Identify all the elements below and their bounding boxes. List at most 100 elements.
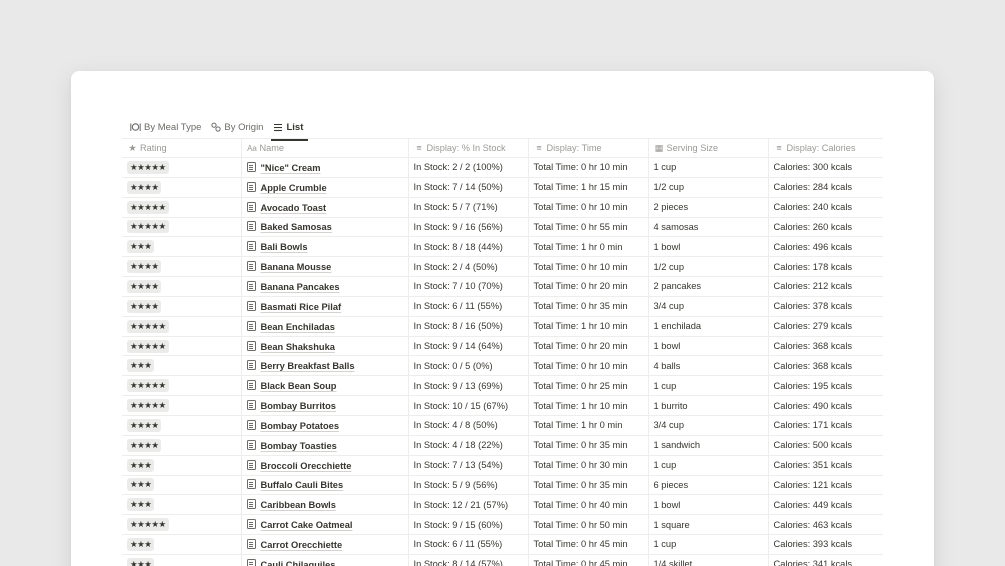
column-header-name[interactable]: Aa Name (241, 138, 409, 158)
recipe-name[interactable]: Bali Bowls (261, 242, 308, 252)
time-cell[interactable]: Total Time: 0 hr 50 min (528, 514, 649, 536)
table-row[interactable]: ★★★★★ Black Bean Soup In Stock: 9 / 13 (69… (122, 375, 883, 397)
table-row[interactable]: ★★★★ Bombay Toasties In Stock: 4 / 18 (22%… (122, 435, 883, 456)
recipe-name[interactable]: Carrot Orecchiette (261, 540, 343, 550)
time-cell[interactable]: Total Time: 0 hr 10 min (528, 256, 649, 278)
serving-cell[interactable]: 1 bowl (648, 336, 769, 357)
calories-cell[interactable]: Calories: 368 kcals (768, 355, 883, 377)
rating-cell[interactable]: ★★★ (122, 455, 242, 476)
calories-cell[interactable]: Calories: 178 kcals (768, 256, 883, 278)
name-cell[interactable]: Apple Crumble (241, 177, 409, 198)
table-row[interactable]: ★★★ Broccoli Orecchiette In Stock: 7 / 13 … (122, 455, 883, 476)
time-cell[interactable]: Total Time: 0 hr 35 min (528, 296, 649, 317)
table-row[interactable]: ★★★★ Banana Mousse In Stock: 2 / 4 (50%) To… (122, 256, 883, 278)
rating-cell[interactable]: ★★★★★ (122, 395, 242, 416)
serving-cell[interactable]: 1 burrito (648, 395, 769, 416)
serving-cell[interactable]: 1/2 cup (648, 177, 769, 198)
table-row[interactable]: ★★★★ Banana Pancakes In Stock: 7 / 10 (70%… (122, 276, 883, 297)
rating-cell[interactable]: ★★★★ (122, 435, 242, 456)
serving-cell[interactable]: 1 square (648, 514, 769, 536)
table-row[interactable]: ★★★★★ Baked Samosas In Stock: 9 / 16 (56%)… (122, 217, 883, 238)
time-cell[interactable]: Total Time: 0 hr 45 min (528, 534, 649, 555)
serving-cell[interactable]: 2 pieces (648, 197, 769, 218)
time-cell[interactable]: Total Time: 0 hr 35 min (528, 475, 649, 496)
stock-cell[interactable]: In Stock: 2 / 4 (50%) (408, 256, 529, 278)
name-cell[interactable]: Bombay Burritos (241, 395, 409, 416)
calories-cell[interactable]: Calories: 195 kcals (768, 375, 883, 397)
calories-cell[interactable]: Calories: 284 kcals (768, 177, 883, 198)
stock-cell[interactable]: In Stock: 2 / 2 (100%) (408, 157, 529, 178)
recipe-name[interactable]: Buffalo Cauli Bites (261, 480, 344, 490)
calories-cell[interactable]: Calories: 212 kcals (768, 276, 883, 297)
time-cell[interactable]: Total Time: 0 hr 10 min (528, 157, 649, 178)
time-cell[interactable]: Total Time: 0 hr 25 min (528, 375, 649, 397)
stock-cell[interactable]: In Stock: 8 / 16 (50%) (408, 316, 529, 337)
calories-cell[interactable]: Calories: 368 kcals (768, 336, 883, 357)
rating-cell[interactable]: ★★★★★ (122, 316, 242, 337)
serving-cell[interactable]: 3/4 cup (648, 415, 769, 436)
calories-cell[interactable]: Calories: 121 kcals (768, 475, 883, 496)
name-cell[interactable]: "Nice" Cream (241, 157, 409, 178)
table-row[interactable]: ★★★★★ Bean Enchiladas In Stock: 8 / 16 (50… (122, 316, 883, 337)
calories-cell[interactable]: Calories: 279 kcals (768, 316, 883, 337)
stock-cell[interactable]: In Stock: 6 / 11 (55%) (408, 296, 529, 317)
rating-cell[interactable]: ★★★★★ (122, 197, 242, 218)
recipe-name[interactable]: Carrot Cake Oatmeal (261, 520, 353, 530)
name-cell[interactable]: Banana Mousse (241, 256, 409, 278)
recipe-name[interactable]: Broccoli Orecchiette (261, 461, 352, 471)
column-header-time[interactable]: ≡ Display: Time (528, 138, 649, 158)
table-row[interactable]: ★★★★★ Bean Shakshuka In Stock: 9 / 14 (64%… (122, 336, 883, 357)
serving-cell[interactable]: 3/4 cup (648, 296, 769, 317)
time-cell[interactable]: Total Time: 0 hr 20 min (528, 336, 649, 357)
stock-cell[interactable]: In Stock: 4 / 18 (22%) (408, 435, 529, 456)
name-cell[interactable]: Bombay Toasties (241, 435, 409, 456)
rating-cell[interactable]: ★★★★★ (122, 514, 242, 536)
stock-cell[interactable]: In Stock: 0 / 5 (0%) (408, 355, 529, 377)
table-row[interactable]: ★★★ Caribbean Bowls In Stock: 12 / 21 (57%… (122, 494, 883, 516)
stock-cell[interactable]: In Stock: 8 / 18 (44%) (408, 236, 529, 258)
time-cell[interactable]: Total Time: 0 hr 10 min (528, 197, 649, 218)
name-cell[interactable]: Cauli Chilaquiles (241, 554, 409, 566)
table-row[interactable]: ★★★ Carrot Orecchiette In Stock: 6 / 11 (5… (122, 534, 883, 555)
name-cell[interactable]: Bean Shakshuka (241, 336, 409, 357)
serving-cell[interactable]: 1 enchilada (648, 316, 769, 337)
recipe-name[interactable]: Avocado Toast (261, 203, 327, 213)
name-cell[interactable]: Carrot Cake Oatmeal (241, 514, 409, 536)
recipe-name[interactable]: Bombay Burritos (261, 401, 336, 411)
calories-cell[interactable]: Calories: 393 kcals (768, 534, 883, 555)
name-cell[interactable]: Bombay Potatoes (241, 415, 409, 436)
stock-cell[interactable]: In Stock: 9 / 15 (60%) (408, 514, 529, 536)
rating-cell[interactable]: ★★★★★ (122, 375, 242, 397)
tab-by-meal-type[interactable]: By Meal Type (125, 115, 206, 139)
column-header-rating[interactable]: ★ Rating (122, 138, 242, 158)
recipe-name[interactable]: Baked Samosas (261, 222, 332, 232)
time-cell[interactable]: Total Time: 0 hr 35 min (528, 435, 649, 456)
recipe-name[interactable]: Bean Enchiladas (261, 322, 335, 332)
calories-cell[interactable]: Calories: 496 kcals (768, 236, 883, 258)
stock-cell[interactable]: In Stock: 7 / 14 (50%) (408, 177, 529, 198)
recipe-name[interactable]: "Nice" Cream (261, 163, 321, 173)
recipe-name[interactable]: Bean Shakshuka (261, 342, 335, 352)
serving-cell[interactable]: 2 pancakes (648, 276, 769, 297)
recipe-name[interactable]: Apple Crumble (261, 183, 327, 193)
rating-cell[interactable]: ★★★★ (122, 415, 242, 436)
time-cell[interactable]: Total Time: 1 hr 0 min (528, 415, 649, 436)
name-cell[interactable]: Banana Pancakes (241, 276, 409, 297)
rating-cell[interactable]: ★★★★★ (122, 217, 242, 238)
stock-cell[interactable]: In Stock: 8 / 14 (57%) (408, 554, 529, 566)
rating-cell[interactable]: ★★★ (122, 494, 242, 516)
name-cell[interactable]: Carrot Orecchiette (241, 534, 409, 555)
name-cell[interactable]: Basmati Rice Pilaf (241, 296, 409, 317)
calories-cell[interactable]: Calories: 240 kcals (768, 197, 883, 218)
table-row[interactable]: ★★★★★ Carrot Cake Oatmeal In Stock: 9 / 15… (122, 514, 883, 536)
table-row[interactable]: ★★★ Cauli Chilaquiles In Stock: 8 / 14 (57… (122, 554, 883, 566)
table-row[interactable]: ★★★★ Bombay Potatoes In Stock: 4 / 8 (50%)… (122, 415, 883, 436)
tab-list[interactable]: List (268, 115, 309, 141)
stock-cell[interactable]: In Stock: 10 / 15 (67%) (408, 395, 529, 416)
name-cell[interactable]: Black Bean Soup (241, 375, 409, 397)
rating-cell[interactable]: ★★★★ (122, 177, 242, 198)
stock-cell[interactable]: In Stock: 9 / 14 (64%) (408, 336, 529, 357)
stock-cell[interactable]: In Stock: 12 / 21 (57%) (408, 494, 529, 516)
calories-cell[interactable]: Calories: 500 kcals (768, 435, 883, 456)
stock-cell[interactable]: In Stock: 4 / 8 (50%) (408, 415, 529, 436)
